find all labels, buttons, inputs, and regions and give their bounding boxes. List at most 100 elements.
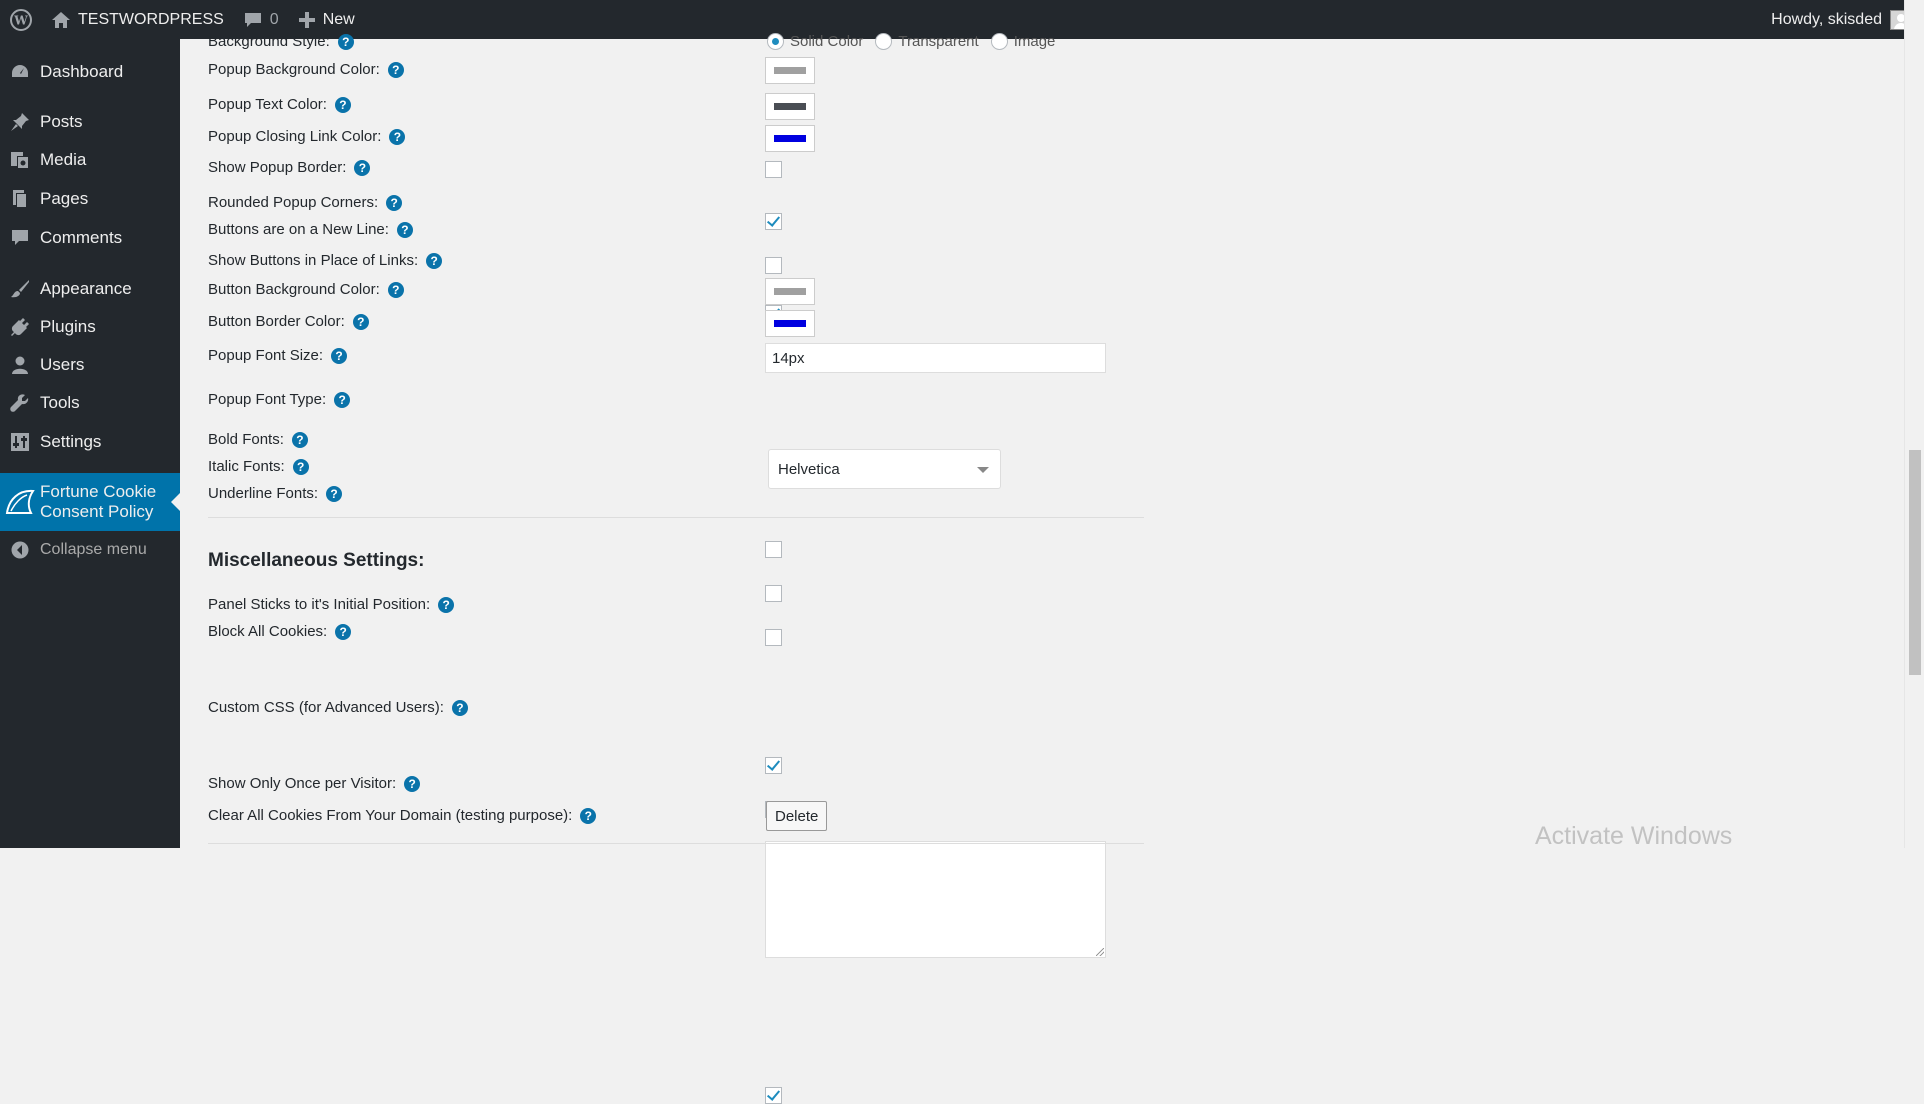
sidebar-item-media[interactable]: Media	[0, 141, 180, 179]
sidebar-item-appearance[interactable]: Appearance	[0, 270, 180, 308]
sidebar-item-tools[interactable]: Tools	[0, 384, 180, 422]
help-icon[interactable]: ?	[337, 33, 354, 50]
page-scrollbar[interactable]	[1904, 0, 1924, 848]
sliders-icon	[0, 432, 40, 452]
help-icon[interactable]: ?	[334, 96, 351, 113]
help-icon[interactable]: ?	[334, 391, 351, 408]
show-once-checkbox[interactable]	[765, 1087, 782, 1104]
font-type-select[interactable]: Helvetica	[768, 449, 1001, 489]
italic-fonts-checkbox[interactable]	[765, 585, 782, 602]
show-popup-border-checkbox[interactable]	[765, 161, 782, 178]
underline-fonts-checkbox[interactable]	[765, 629, 782, 646]
my-account-link[interactable]: Howdy, skisded	[1771, 9, 1924, 30]
show-popup-border-row: Show Popup Border: ?	[208, 159, 371, 176]
color-swatch	[774, 320, 806, 327]
popup-bg-color-label: Popup Background Color:	[208, 61, 380, 78]
button-border-color-picker[interactable]	[765, 310, 815, 337]
collapse-label: Collapse menu	[40, 541, 147, 558]
help-icon[interactable]: ?	[331, 347, 348, 364]
sidebar-item-comments[interactable]: Comments	[0, 219, 180, 257]
bold-fonts-checkbox[interactable]	[765, 541, 782, 558]
help-icon[interactable]: ?	[451, 699, 468, 716]
buttons-new-line-row: Buttons are on a New Line: ?	[208, 221, 413, 238]
buttons-in-place-row: Show Buttons in Place of Links: ?	[208, 252, 443, 269]
font-type-value: Helvetica	[778, 460, 840, 478]
sidebar-item-plugins[interactable]: Plugins	[0, 308, 180, 346]
button-border-color-row: Button Border Color: ?	[208, 313, 369, 330]
help-icon[interactable]: ?	[404, 775, 421, 792]
show-popup-border-label: Show Popup Border:	[208, 159, 347, 176]
sidebar-item-settings[interactable]: Settings	[0, 423, 180, 461]
panel-sticks-row: Panel Sticks to it's Initial Position: ?	[208, 596, 455, 613]
help-icon[interactable]: ?	[352, 313, 369, 330]
panel-sticks-checkbox[interactable]	[765, 757, 782, 774]
scrollbar-thumb[interactable]	[1909, 450, 1921, 675]
active-label-line1: Fortune Cookie	[40, 482, 157, 501]
help-icon[interactable]: ?	[580, 807, 597, 824]
sidebar-item-label: Comments	[40, 228, 123, 247]
comments-count: 0	[269, 10, 279, 28]
bold-fonts-row: Bold Fonts: ?	[208, 431, 308, 448]
buttons-new-line-label: Buttons are on a New Line:	[208, 221, 389, 238]
radio-image[interactable]	[990, 33, 1008, 50]
plug-icon	[0, 317, 40, 337]
sidebar-item-users[interactable]: Users	[0, 346, 180, 384]
sidebar-item-dashboard[interactable]: Dashboard	[0, 53, 180, 91]
popup-bg-color-picker[interactable]	[765, 57, 815, 84]
collapse-menu-button[interactable]: Collapse menu	[0, 531, 180, 569]
help-icon[interactable]: ?	[335, 623, 352, 640]
help-icon[interactable]: ?	[387, 281, 404, 298]
help-icon[interactable]: ?	[426, 252, 443, 269]
delete-cookies-button[interactable]: Delete	[766, 801, 828, 831]
sidebar-item-label: Posts	[40, 112, 83, 131]
help-icon[interactable]: ?	[326, 485, 343, 502]
site-name-link[interactable]: TESTWORDPRESS	[42, 0, 234, 39]
help-icon[interactable]: ?	[396, 221, 413, 238]
new-label: New	[322, 10, 355, 28]
custom-css-label: Custom CSS (for Advanced Users):	[208, 699, 444, 716]
sidebar-item-label: Plugins	[40, 317, 96, 336]
wrench-icon	[0, 393, 40, 413]
help-icon[interactable]: ?	[292, 458, 309, 475]
media-icon	[0, 150, 40, 170]
pages-icon	[0, 189, 40, 209]
greeting: Howdy, skisded	[1771, 10, 1882, 28]
sidebar-item-fortune-cookie[interactable]: Fortune Cookie Consent Policy	[0, 473, 180, 531]
color-swatch	[774, 103, 806, 110]
comment-bubble-icon	[244, 12, 261, 27]
help-icon[interactable]: ?	[354, 159, 371, 176]
svg-text:W: W	[13, 13, 28, 27]
comment-icon	[0, 228, 40, 248]
popup-link-color-picker[interactable]	[765, 125, 815, 152]
sidebar-item-label: Appearance	[40, 279, 132, 298]
panel-sticks-label: Panel Sticks to it's Initial Position:	[208, 596, 431, 613]
font-size-input[interactable]: 14px	[765, 343, 1106, 373]
brush-icon	[0, 279, 40, 299]
radio-label: Solid Color	[790, 33, 864, 50]
help-icon[interactable]: ?	[387, 61, 404, 78]
radio-transparent[interactable]	[875, 33, 893, 50]
background-style-label: Background Style:	[208, 33, 330, 50]
button-bg-color-label: Button Background Color:	[208, 281, 380, 298]
help-icon[interactable]: ?	[389, 128, 406, 145]
font-size-row: Popup Font Size: ?	[208, 347, 348, 364]
background-style-radios: Solid Color Transparent Image	[767, 33, 1055, 50]
help-icon[interactable]: ?	[291, 431, 308, 448]
clear-cookies-row: Clear All Cookies From Your Domain (test…	[208, 807, 597, 824]
sidebar-item-posts[interactable]: Posts	[0, 103, 180, 141]
buttons-new-line-checkbox[interactable]	[765, 257, 782, 274]
custom-css-textarea[interactable]	[765, 841, 1106, 958]
popup-text-color-picker[interactable]	[765, 93, 815, 120]
settings-form: Background Style: ? Solid Color Transpar…	[180, 33, 1904, 1104]
radio-solid-color[interactable]	[767, 33, 784, 50]
bold-fonts-label: Bold Fonts:	[208, 431, 284, 448]
button-bg-color-row: Button Background Color: ?	[208, 281, 404, 298]
misc-settings-title: Miscellaneous Settings:	[208, 550, 425, 571]
rounded-corners-checkbox[interactable]	[765, 213, 782, 230]
sidebar-item-pages[interactable]: Pages	[0, 180, 180, 218]
help-icon[interactable]: ?	[438, 596, 455, 613]
help-icon[interactable]: ?	[386, 194, 403, 211]
clear-cookies-label: Clear All Cookies From Your Domain (test…	[208, 807, 573, 824]
button-bg-color-picker[interactable]	[765, 278, 815, 305]
wordpress-logo-icon[interactable]: W	[0, 0, 42, 39]
